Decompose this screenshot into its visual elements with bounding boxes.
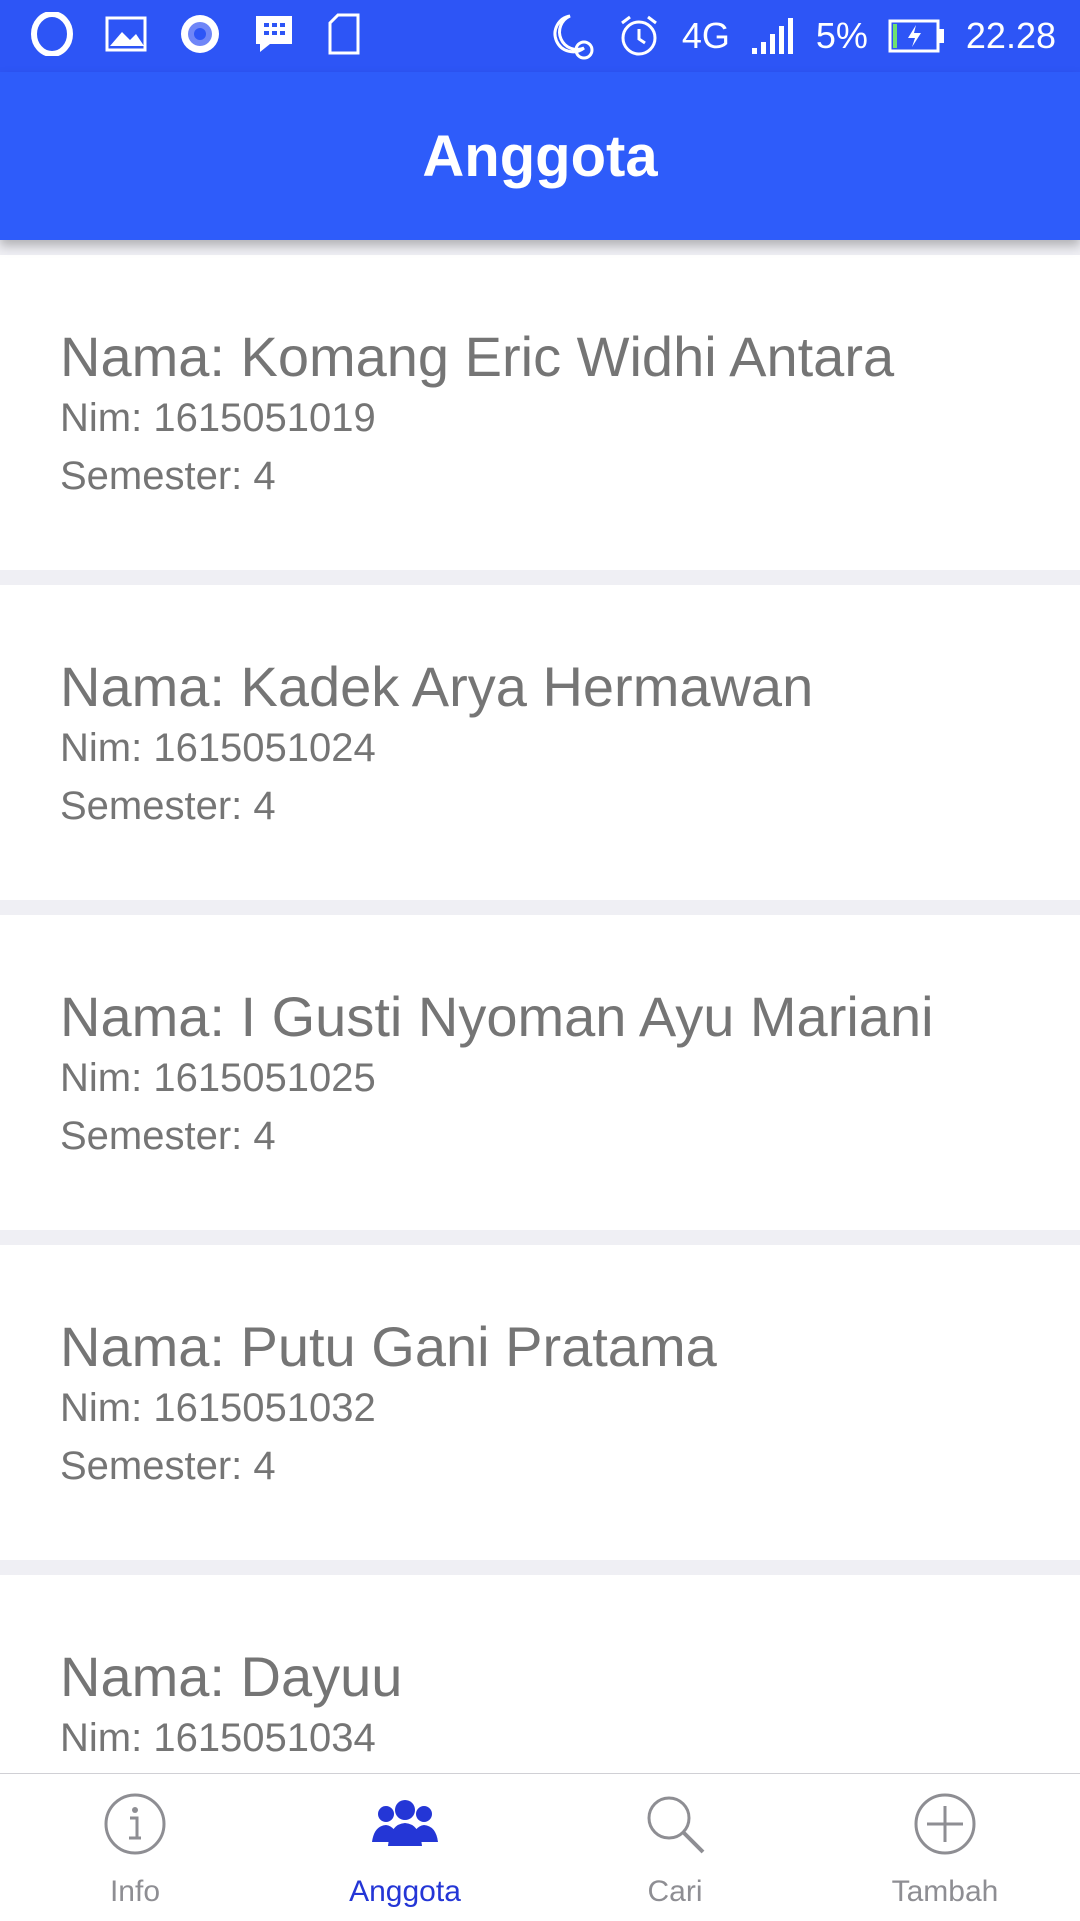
member-name: Nama: Putu Gani Pratama [60,1315,717,1378]
bbm-icon [252,12,296,56]
member-semester: Semester: 4 [60,1114,276,1158]
tab-tambah[interactable]: Tambah [810,1774,1080,1921]
search-icon [643,1792,707,1861]
battery-percent: 5% [815,15,868,56]
bottom-tab-bar: Info Anggota Cari Tambah [0,1773,1080,1921]
gallery-icon [104,14,148,54]
sd-card-icon [326,12,362,56]
member-list: Nama: Komang Eric Widhi Antara Nim: 1615… [0,255,1080,1905]
battery-charging-icon [888,19,946,53]
member-card[interactable]: Nama: Kadek Arya Hermawan Nim: 161505102… [0,585,1080,900]
member-card[interactable]: Nama: I Gusti Nyoman Ayu Mariani Nim: 16… [0,915,1080,1230]
people-icon [370,1792,440,1861]
member-nim: Nim: 1615051024 [60,726,376,770]
tab-anggota[interactable]: Anggota [270,1774,540,1921]
info-icon [103,1792,167,1861]
alarm-icon [616,13,662,59]
opera-icon [30,12,74,56]
page-title: Anggota [422,123,658,189]
member-nim: Nim: 1615051032 [60,1386,376,1430]
system-status: 4G 5% 22.28 [544,10,1056,62]
tab-label: Anggota [349,1875,461,1908]
add-circle-icon [913,1792,977,1861]
notification-icons [30,12,362,56]
network-type: 4G [681,15,730,56]
member-card[interactable]: Nama: Putu Gani Pratama Nim: 1615051032 … [0,1245,1080,1560]
tab-label: Tambah [891,1875,999,1908]
tab-info[interactable]: Info [0,1774,270,1921]
app-header: Anggota [0,72,1080,240]
member-name: Nama: Kadek Arya Hermawan [60,655,814,718]
member-nim: Nim: 1615051034 [60,1716,376,1760]
member-name: Nama: Dayuu [60,1645,403,1708]
do-not-disturb-alarm-icon [544,10,596,62]
member-semester: Semester: 4 [60,1444,276,1488]
tab-cari[interactable]: Cari [540,1774,810,1921]
tab-label: Info [109,1875,161,1908]
member-semester: Semester: 4 [60,454,276,498]
member-nim: Nim: 1615051025 [60,1056,376,1100]
signal-icon [750,16,796,56]
member-name: Nama: Komang Eric Widhi Antara [60,325,895,388]
record-icon [178,12,222,56]
clock: 22.28 [965,15,1056,56]
status-bar: 4G 5% 22.28 [0,0,1080,72]
member-card[interactable]: Nama: Komang Eric Widhi Antara Nim: 1615… [0,255,1080,570]
member-name: Nama: I Gusti Nyoman Ayu Mariani [60,985,934,1048]
tab-label: Cari [647,1875,703,1908]
member-nim: Nim: 1615051019 [60,396,376,440]
member-semester: Semester: 4 [60,784,276,828]
